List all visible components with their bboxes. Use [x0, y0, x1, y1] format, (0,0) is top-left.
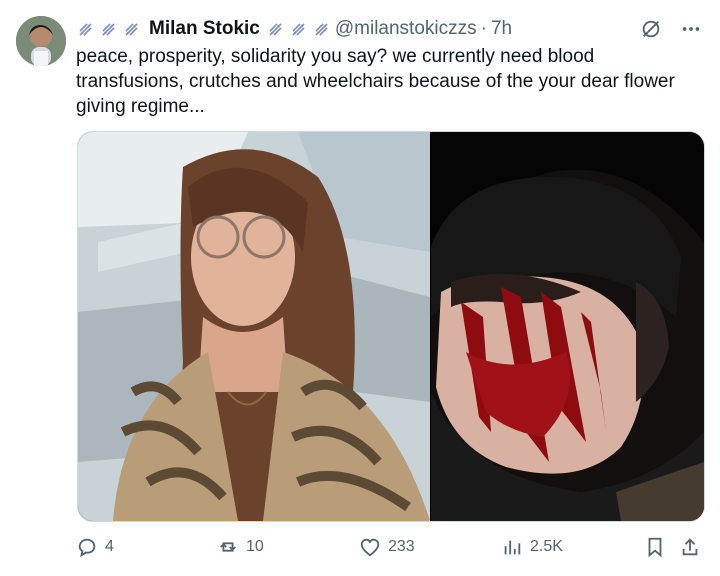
- left-photo[interactable]: [78, 132, 430, 521]
- reply-count: 4: [105, 538, 114, 555]
- more-options-icon[interactable]: [680, 18, 702, 45]
- dna-icon: [266, 20, 285, 39]
- bookmark-icon: [648, 537, 662, 558]
- tweet-actions: 4 10 233 2.5K: [76, 536, 706, 560]
- dna-icon: [76, 20, 95, 39]
- grok-icon[interactable]: [640, 18, 662, 45]
- separator-dot: ·: [480, 18, 487, 39]
- author-handle[interactable]: @milanstokiczzs: [335, 18, 477, 40]
- like-count: 233: [388, 538, 415, 555]
- repost-button[interactable]: 10: [217, 536, 264, 558]
- share-icon: [682, 538, 698, 556]
- tweet-header: Milan Stokic @milanstokiczzs · 7h: [76, 16, 512, 42]
- post-time[interactable]: 7h: [491, 18, 512, 40]
- media-grid[interactable]: [77, 131, 705, 522]
- dna-icon: [289, 20, 308, 39]
- tweet-menu: [640, 18, 702, 45]
- heart-icon: [360, 538, 380, 557]
- share-button[interactable]: [679, 536, 701, 558]
- views-button[interactable]: 2.5K: [501, 536, 563, 558]
- views-count: 2.5K: [530, 538, 563, 555]
- tweet-text: peace, prosperity, solidarity you say? w…: [76, 46, 675, 117]
- like-button[interactable]: 233: [359, 536, 415, 558]
- views-icon: [504, 540, 521, 555]
- dna-icon: [122, 20, 141, 39]
- dna-icon: [312, 20, 331, 39]
- repost-count: 10: [246, 538, 264, 555]
- author-name[interactable]: Milan Stokic: [149, 18, 260, 40]
- avatar-photo: [16, 16, 66, 66]
- tweet-card[interactable]: Milan Stokic @milanstokiczzs · 7h peace,…: [0, 0, 720, 576]
- reply-icon: [78, 538, 96, 558]
- dna-icon: [99, 20, 118, 39]
- reply-button[interactable]: 4: [76, 536, 114, 558]
- right-photo[interactable]: [431, 132, 704, 521]
- bookmark-button[interactable]: [644, 536, 666, 558]
- repost-icon: [220, 542, 236, 552]
- avatar[interactable]: [16, 16, 66, 66]
